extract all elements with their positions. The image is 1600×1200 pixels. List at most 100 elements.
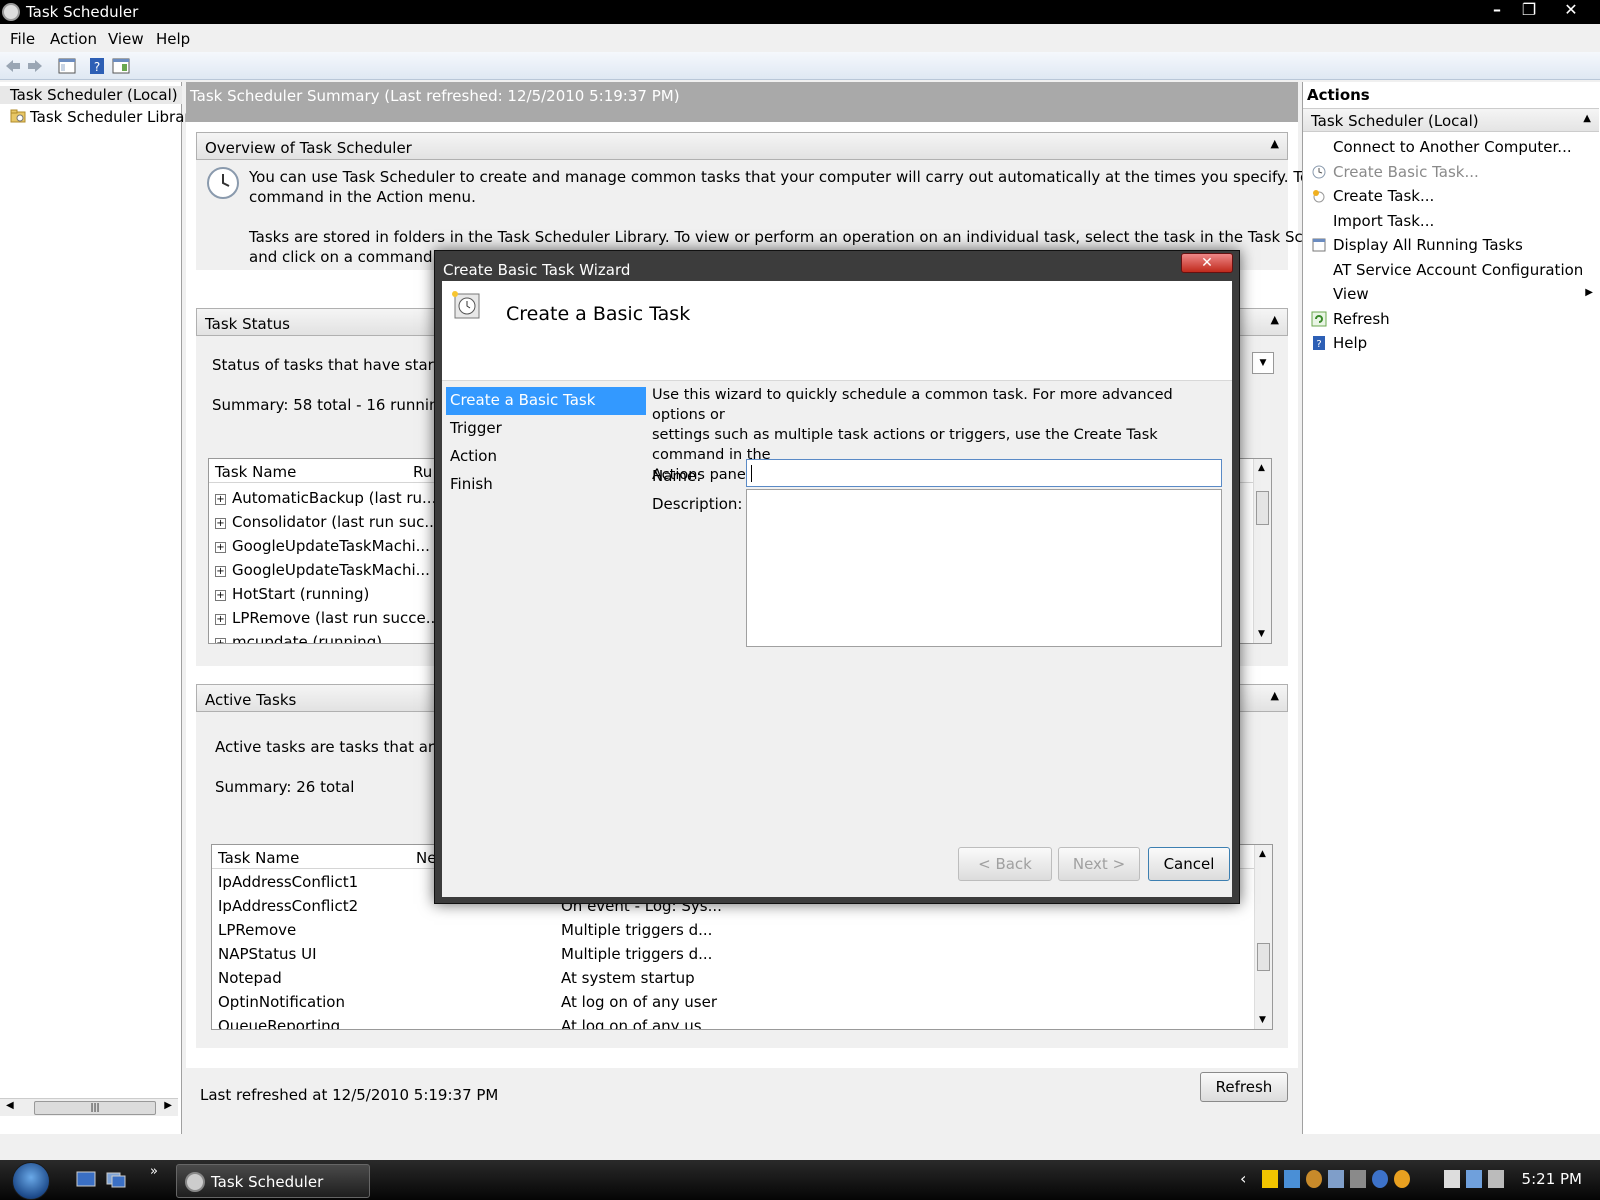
- menu-view[interactable]: View: [108, 30, 144, 48]
- quick-launch-chevron[interactable]: »: [150, 1164, 158, 1179]
- expand-icon[interactable]: +: [215, 614, 226, 625]
- menu-file[interactable]: File: [10, 30, 35, 48]
- back-button[interactable]: < Back: [958, 847, 1052, 881]
- table-row[interactable]: + HotStart (running): [215, 585, 369, 603]
- show-hide-console-tree-icon[interactable]: [58, 57, 76, 75]
- table-row[interactable]: + GoogleUpdateTaskMachi...: [215, 537, 430, 555]
- collapse-icon[interactable]: ▲: [1271, 137, 1279, 150]
- description-field[interactable]: [746, 489, 1222, 647]
- name-field[interactable]: [746, 459, 1222, 487]
- description-label: Description:: [652, 495, 743, 513]
- task-name-cell: GoogleUpdateTaskMachi...: [232, 537, 430, 555]
- start-button[interactable]: [12, 1162, 50, 1200]
- close-button[interactable]: ✕: [1556, 0, 1586, 22]
- table-row-name[interactable]: IpAddressConflict1: [218, 873, 358, 891]
- show-hidden-icons-icon[interactable]: ‹: [1240, 1169, 1246, 1188]
- scroll-left-icon[interactable]: ◀: [6, 1100, 14, 1111]
- back-icon[interactable]: [4, 57, 22, 75]
- tree-item-local[interactable]: Task Scheduler (Local): [0, 86, 182, 104]
- menu-action[interactable]: Action: [50, 30, 97, 48]
- update-tray-icon[interactable]: [1306, 1170, 1322, 1188]
- table-row[interactable]: + AutomaticBackup (last ru...: [215, 489, 436, 507]
- network-connection-tray-icon[interactable]: [1466, 1170, 1482, 1188]
- network-tray-icon[interactable]: [1284, 1170, 1300, 1188]
- expand-icon[interactable]: +: [215, 566, 226, 577]
- table-row[interactable]: + LPRemove (last run succe...: [215, 609, 440, 627]
- column-task-name[interactable]: Task Name: [215, 463, 296, 481]
- table-row-trigger: At log on of any user: [561, 993, 718, 1011]
- scroll-down-icon[interactable]: ▼: [1259, 1015, 1266, 1025]
- wizard-step-trigger: Trigger: [450, 419, 502, 437]
- device-tray-icon[interactable]: [1350, 1170, 1366, 1188]
- action-view[interactable]: View ▶: [1303, 283, 1599, 305]
- scroll-thumb[interactable]: [1257, 943, 1270, 971]
- wizard-header: Create a Basic Task: [442, 281, 1232, 381]
- warning-tray-icon[interactable]: [1262, 1170, 1278, 1188]
- expand-icon[interactable]: +: [215, 542, 226, 553]
- dialog-close-button[interactable]: ✕: [1181, 253, 1233, 273]
- scroll-up-icon[interactable]: ▲: [1258, 463, 1265, 473]
- refresh-button[interactable]: Refresh: [1200, 1072, 1288, 1102]
- column-task-name[interactable]: Task Name: [218, 849, 299, 867]
- table-row-name[interactable]: OptinNotification: [218, 993, 345, 1011]
- show-hide-action-pane-icon[interactable]: [112, 57, 130, 75]
- volume-tray-icon[interactable]: [1488, 1170, 1504, 1188]
- table-row[interactable]: + Consolidator (last run suc...: [215, 513, 439, 531]
- action-create-task[interactable]: Create Task...: [1303, 185, 1599, 207]
- scroll-right-icon[interactable]: ▶: [164, 1100, 172, 1111]
- action-at-service-account-configuration[interactable]: AT Service Account Configuration: [1303, 259, 1599, 281]
- scroll-up-icon[interactable]: ▲: [1259, 849, 1266, 859]
- bluetooth-tray-icon[interactable]: [1372, 1170, 1388, 1188]
- action-connect-to-another-computer[interactable]: Connect to Another Computer...: [1303, 136, 1599, 158]
- minimize-button[interactable]: –: [1482, 0, 1512, 22]
- column-run-result[interactable]: Ru: [413, 463, 432, 481]
- action-help[interactable]: ? Help: [1303, 332, 1599, 354]
- switch-windows-icon[interactable]: [106, 1170, 126, 1188]
- show-desktop-icon[interactable]: [76, 1170, 96, 1188]
- table-row-name[interactable]: Notepad: [218, 969, 282, 987]
- table-row-name[interactable]: QueueReporting: [218, 1017, 340, 1029]
- action-create-basic-task[interactable]: Create Basic Task...: [1303, 161, 1599, 183]
- collapse-icon[interactable]: ▲: [1271, 689, 1279, 702]
- actions-title: Actions: [1307, 86, 1370, 104]
- taskbar-task-scheduler[interactable]: Task Scheduler: [176, 1164, 370, 1198]
- active-tasks-scrollbar[interactable]: ▲ ▼: [1254, 845, 1272, 1029]
- actions-group-header[interactable]: Task Scheduler (Local) ▲: [1303, 108, 1599, 132]
- dialog-client-area: Create a Basic Task Create a Basic Task T…: [442, 281, 1232, 897]
- expand-icon[interactable]: +: [215, 638, 226, 643]
- collapse-icon[interactable]: ▲: [1271, 313, 1279, 326]
- menu-help[interactable]: Help: [156, 30, 190, 48]
- table-row-name[interactable]: LPRemove: [218, 921, 296, 939]
- action-refresh[interactable]: Refresh: [1303, 308, 1599, 330]
- help-icon[interactable]: ?: [88, 57, 106, 75]
- restore-button[interactable]: ❐: [1514, 0, 1544, 22]
- expand-icon[interactable]: +: [215, 590, 226, 601]
- close-icon: ✕: [1201, 255, 1213, 271]
- expand-icon[interactable]: +: [215, 518, 226, 529]
- cancel-button[interactable]: Cancel: [1148, 847, 1230, 881]
- tree-horizontal-scrollbar[interactable]: ◀ ||| ▶: [0, 1098, 178, 1116]
- action-label: Create Basic Task...: [1333, 162, 1479, 181]
- scroll-thumb[interactable]: [1256, 491, 1269, 525]
- clock[interactable]: 5:21 PM: [1522, 1170, 1582, 1188]
- name-label: Name:: [652, 467, 702, 485]
- tree-item-library[interactable]: Task Scheduler Library: [10, 108, 199, 126]
- next-button[interactable]: Next >: [1058, 847, 1140, 881]
- table-row[interactable]: + mcupdate (running): [215, 633, 382, 643]
- action-import-task[interactable]: Import Task...: [1303, 210, 1599, 232]
- scroll-down-icon[interactable]: ▼: [1258, 629, 1265, 639]
- table-row[interactable]: + GoogleUpdateTaskMachi...: [215, 561, 430, 579]
- table-row-name[interactable]: NAPStatus UI: [218, 945, 317, 963]
- table-row-name[interactable]: IpAddressConflict2: [218, 897, 358, 915]
- status-period-dropdown[interactable]: ▼: [1252, 352, 1274, 374]
- scroll-thumb[interactable]: |||: [34, 1101, 156, 1115]
- overview-section-header[interactable]: Overview of Task Scheduler ▲: [196, 132, 1288, 160]
- action-display-all-running-tasks[interactable]: Display All Running Tasks: [1303, 234, 1599, 256]
- display-tray-icon[interactable]: [1328, 1170, 1344, 1188]
- expand-icon[interactable]: +: [215, 494, 226, 505]
- battery-tray-icon[interactable]: [1444, 1170, 1460, 1188]
- task-status-scrollbar[interactable]: ▲ ▼: [1253, 459, 1271, 643]
- forward-icon[interactable]: [26, 57, 44, 75]
- collapse-icon[interactable]: ▲: [1583, 113, 1591, 124]
- security-tray-icon[interactable]: [1394, 1170, 1410, 1188]
